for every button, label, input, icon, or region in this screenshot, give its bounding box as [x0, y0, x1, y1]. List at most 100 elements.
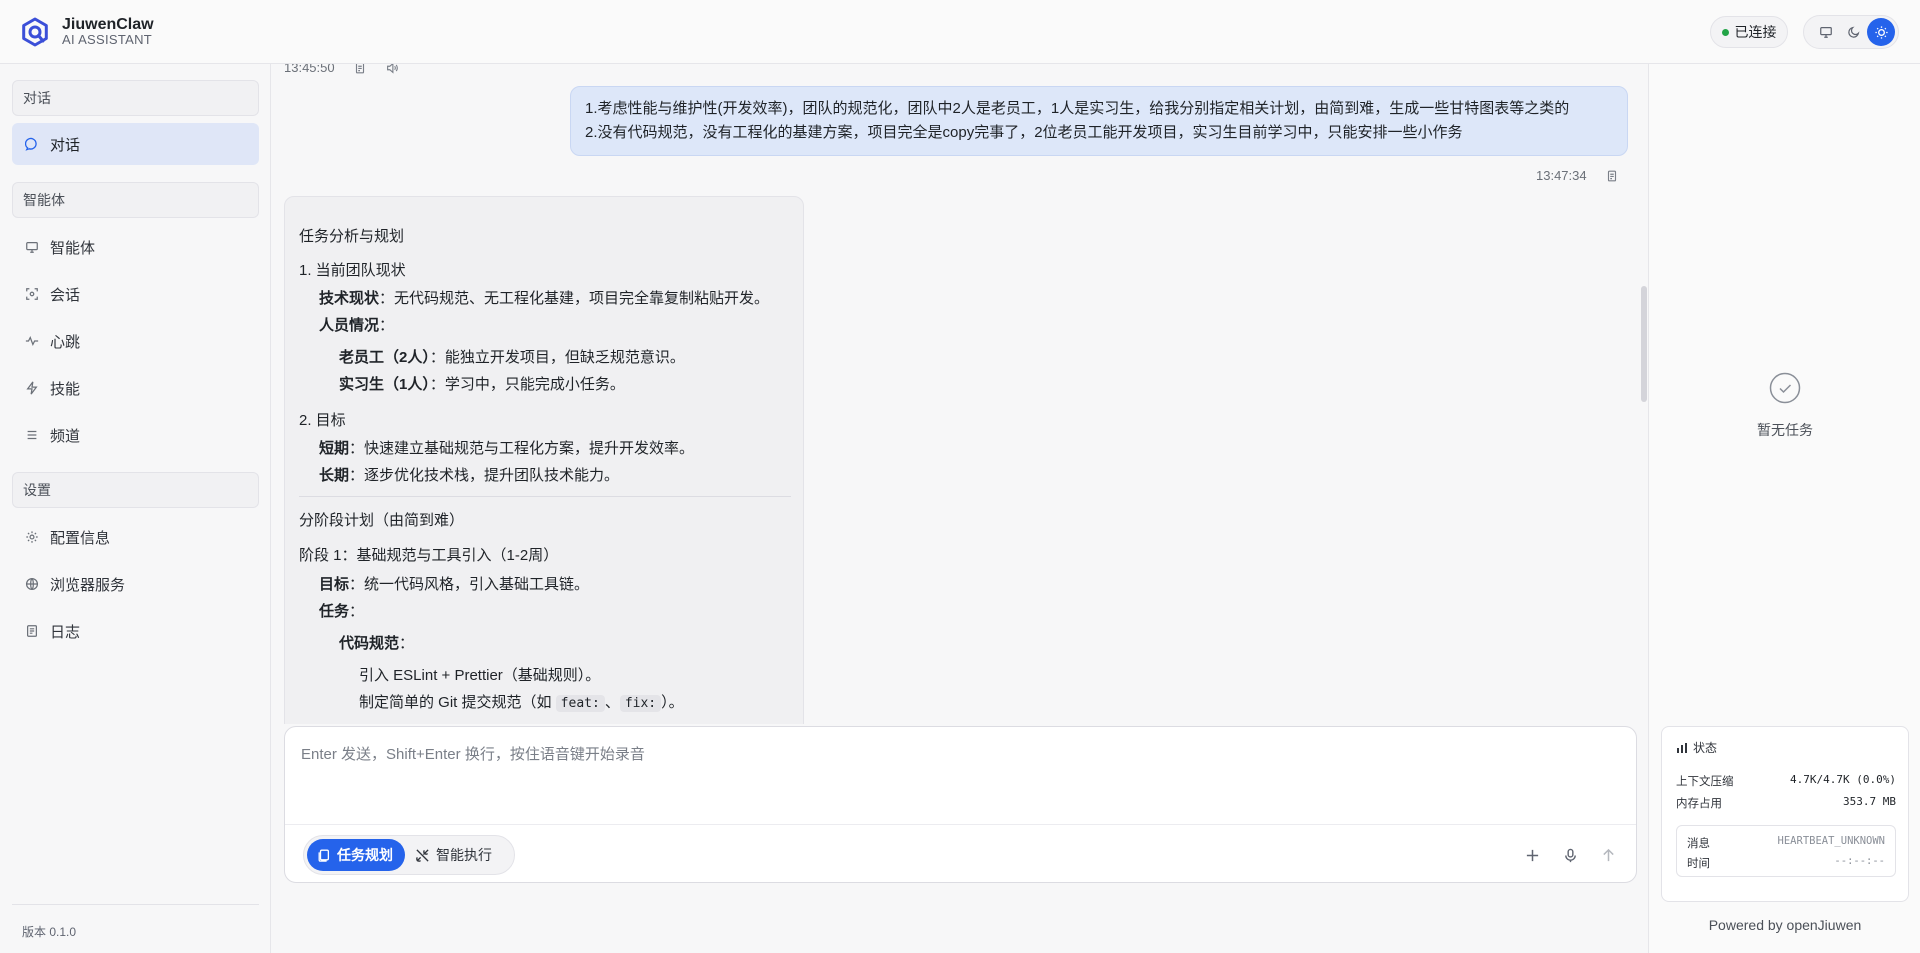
- sidebar-section-chat: 对话: [12, 80, 259, 116]
- mode-task-planning-button[interactable]: 任务规划: [307, 839, 405, 871]
- app-version: 版本 0.1.0: [22, 925, 77, 939]
- sidebar-item-label: 配置信息: [50, 529, 111, 547]
- sidebar-divider: [12, 904, 259, 905]
- mode-smart-exec-button[interactable]: 智能执行: [405, 839, 504, 871]
- context-compression-value: 4.7K/4.7K (0.0%): [1790, 773, 1896, 786]
- section-heading: 分阶段计划（由简到难）: [299, 512, 465, 529]
- sidebar-item-skills[interactable]: 技能: [12, 367, 259, 409]
- connection-status-text: 已连接: [1734, 24, 1777, 40]
- list-item: 制定简单的 Git 提交规范（如 feat:、 fix:）。: [359, 694, 684, 712]
- mode-label: 任务规划: [337, 847, 393, 863]
- sidebar-item-label: 智能体: [50, 239, 96, 257]
- bolt-icon: [24, 380, 40, 396]
- heartbeat-time-row: 时间 --:--:--: [1687, 855, 1885, 870]
- sidebar-item-heartbeat[interactable]: 心跳: [12, 320, 259, 362]
- composer-tools: [1504, 845, 1618, 865]
- plus-icon: [1526, 849, 1538, 861]
- mode-label: 智能执行: [436, 847, 492, 863]
- connection-status-badge: 已连接: [1710, 16, 1788, 48]
- list-item: 老员工（2人）：能独立开发项目，但缺乏规范意识。: [339, 349, 685, 366]
- list-item: 人员情况：: [319, 317, 395, 334]
- speaker-icon[interactable]: [385, 64, 399, 75]
- list-icon: [24, 427, 40, 443]
- sidebar-item-config[interactable]: 配置信息: [12, 516, 259, 558]
- theme-light-button[interactable]: [1867, 18, 1896, 46]
- mode-switcher: 任务规划 智能执行: [303, 835, 515, 875]
- brand-subtitle: AI ASSISTANT: [62, 31, 153, 47]
- brand-text: JiuwenClaw AI ASSISTANT: [62, 16, 154, 47]
- microphone-icon: [1564, 848, 1576, 862]
- monitor-icon: [24, 239, 40, 255]
- theme-dark-button[interactable]: [1840, 18, 1868, 46]
- user-message-line: 2.没有代码规范，没有工程化的基建方案，项目完全是copy完事了，2位老员工能开…: [585, 124, 1463, 141]
- list-item: 引入 ESLint + Prettier（基础规则）。: [359, 667, 601, 684]
- prev-message-meta: 13:45:50: [284, 64, 399, 75]
- voice-button[interactable]: [1560, 845, 1580, 865]
- sidebar-section-agents: 智能体: [12, 182, 259, 218]
- status-dot-icon: [1721, 28, 1729, 36]
- sun-icon: [1875, 25, 1888, 39]
- sidebar-item-label: 对话: [50, 136, 81, 154]
- chat-bubble-icon: [24, 136, 40, 152]
- arrow-up-icon: [1602, 848, 1614, 861]
- gear-icon: [24, 529, 40, 545]
- list-item: 任务：: [319, 603, 365, 620]
- sidebar-item-chat[interactable]: 对话: [12, 123, 259, 165]
- sidebar-item-label: 会话: [50, 286, 81, 304]
- status-card: 状态 上下文压缩 4.7K/4.7K (0.0%) 内存占用 353.7 MB …: [1661, 726, 1909, 902]
- send-button[interactable]: [1598, 845, 1618, 865]
- clipboard-icon: [318, 849, 330, 862]
- inline-code: feat:: [555, 695, 605, 712]
- user-message-bubble: 1.考虑性能与维护性(开发效率)，团队的规范化，团队中2人是老员工，1人是实习生…: [570, 86, 1628, 156]
- theme-system-button[interactable]: [1812, 18, 1840, 46]
- heartbeat-message-row: 消息 HEARTBEAT_UNKNOWN: [1687, 835, 1885, 850]
- tools-icon: [416, 848, 429, 862]
- user-message-meta: 13:47:34: [1536, 168, 1619, 183]
- list-item: 长期：逐步优化技术栈，提升团队技术能力。: [319, 467, 620, 484]
- check-circle-icon: [1769, 372, 1801, 404]
- app-root: JiuwenClaw AI ASSISTANT 已连接 对话 对话 智能体 智能…: [0, 0, 1920, 953]
- sidebar-item-browser-service[interactable]: 浏览器服务: [12, 563, 259, 605]
- main-panel: 13:45:50 1.考虑性能与维护性(开发效率)，团队的规范化，团队中2人是老…: [272, 64, 1647, 953]
- theme-switcher: [1803, 15, 1899, 49]
- scan-icon: [24, 286, 40, 302]
- memory-usage-value: 353.7 MB: [1843, 795, 1896, 808]
- globe-icon: [24, 576, 40, 592]
- sidebar-item-label: 日志: [50, 623, 81, 641]
- sidebar-section-settings: 设置: [12, 472, 259, 508]
- inline-code: fix:: [619, 695, 662, 712]
- composer-divider: [285, 824, 1636, 825]
- chat-scroll-area[interactable]: 13:45:50 1.考虑性能与维护性(开发效率)，团队的规范化，团队中2人是老…: [272, 64, 1647, 724]
- status-title: 状态: [1676, 739, 1717, 756]
- copy-icon[interactable]: [1605, 169, 1619, 183]
- list-item: 实习生（1人）：学习中，只能完成小任务。: [339, 376, 625, 393]
- pulse-icon: [24, 333, 40, 349]
- message-composer: 任务规划 智能执行: [284, 726, 1637, 883]
- message-input[interactable]: [285, 727, 1636, 823]
- chat-scrollbar[interactable]: [1641, 286, 1647, 402]
- monitor-icon: [1819, 27, 1832, 38]
- list-item: 代码规范：: [339, 635, 415, 652]
- list-item: 目标：统一代码风格，引入基础工具链。: [319, 576, 590, 593]
- assistant-message-card: 任务分析与规划 1. 当前团队现状 技术现状：无代码规范、无工程化基建，项目完全…: [284, 196, 804, 724]
- horizontal-rule: [299, 496, 791, 497]
- copy-icon[interactable]: [353, 64, 367, 75]
- sidebar-item-sessions[interactable]: 会话: [12, 273, 259, 315]
- empty-task-text: 暂无任务: [1757, 422, 1813, 438]
- document-icon: [24, 623, 40, 639]
- heartbeat-box: 消息 HEARTBEAT_UNKNOWN 时间 --:--:--: [1676, 825, 1896, 877]
- section-heading: 1. 当前团队现状: [299, 262, 406, 279]
- list-item: 技术现状：无代码规范、无工程化基建，项目完全靠复制粘贴开发。: [319, 290, 770, 307]
- brand[interactable]: JiuwenClaw AI ASSISTANT: [20, 16, 154, 47]
- list-item: 短期：快速建立基础规范与工程化方案，提升开发效率。: [319, 440, 695, 457]
- section-heading: 阶段 1：基础规范与工具引入（1-2周）: [299, 547, 559, 564]
- sidebar-item-agents[interactable]: 智能体: [12, 226, 259, 268]
- memory-usage-row: 内存占用 353.7 MB: [1676, 795, 1896, 810]
- sidebar-item-channels[interactable]: 频道: [12, 414, 259, 456]
- attach-button[interactable]: [1522, 845, 1542, 865]
- message-timestamp: 13:47:34: [1536, 168, 1587, 183]
- sidebar: 对话 对话 智能体 智能体 会话 心跳 技能 频道 设置 配置信息 浏览器服务 …: [0, 64, 271, 953]
- sidebar-item-label: 技能: [50, 380, 81, 398]
- top-header: JiuwenClaw AI ASSISTANT 已连接: [0, 0, 1920, 64]
- sidebar-item-logs[interactable]: 日志: [12, 610, 259, 652]
